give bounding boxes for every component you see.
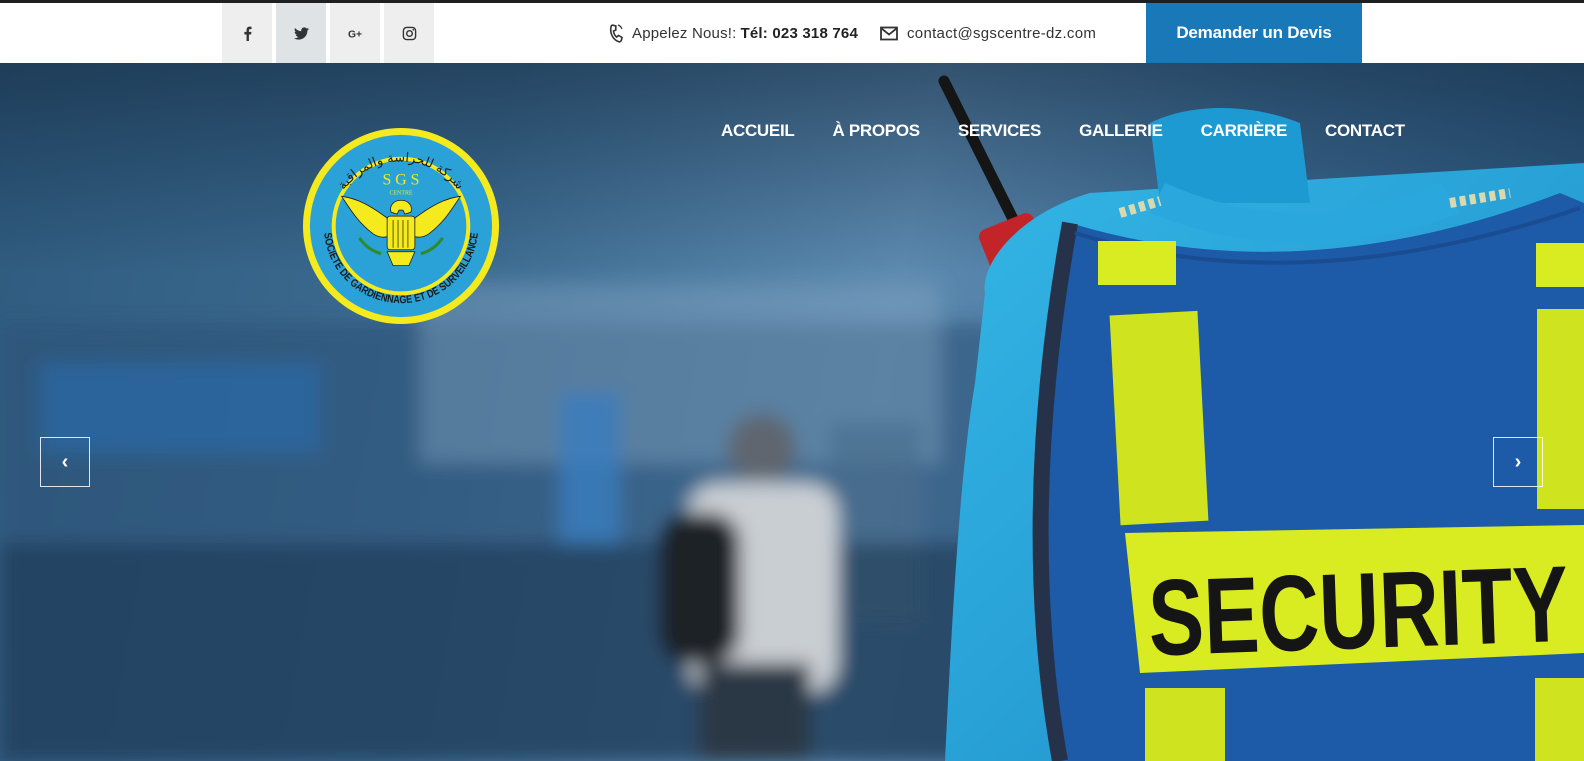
envelope-icon <box>880 26 898 41</box>
hero-slider: SECURITY ACCUEIL À PROPOS SERVICES GALLE… <box>0 63 1584 761</box>
sgs-logo[interactable]: SOCIETE DE GARDIENNAGE ET DE SURVEILLANC… <box>302 127 500 325</box>
nav-services[interactable]: SERVICES <box>958 121 1042 141</box>
email-contact: contact@sgscentre-dz.com <box>880 3 1096 63</box>
facebook-icon <box>243 26 252 41</box>
chevron-right-icon: › <box>1514 450 1522 473</box>
phone-contact: Appelez Nous!: Tél: 023 318 764 <box>606 3 858 63</box>
instagram-link[interactable] <box>384 3 434 63</box>
slider-prev-button[interactable]: ‹ <box>40 437 90 487</box>
svg-text:G+: G+ <box>348 29 362 40</box>
nav-gallerie[interactable]: GALLERIE <box>1079 121 1163 141</box>
logo-centre: CENTRE <box>389 190 412 196</box>
google-plus-icon: G+ <box>348 29 362 40</box>
phone-label: Appelez Nous!: <box>632 24 737 42</box>
phone-number[interactable]: Tél: 023 318 764 <box>741 25 858 42</box>
main-nav: ACCUEIL À PROPOS SERVICES GALLERIE CARRI… <box>721 121 1443 141</box>
slider-next-button[interactable]: › <box>1493 437 1543 487</box>
nav-contact[interactable]: CONTACT <box>1325 121 1405 141</box>
email-link[interactable]: contact@sgscentre-dz.com <box>907 25 1096 42</box>
google-plus-link[interactable]: G+ <box>330 3 380 63</box>
logo-letters: S G S <box>383 171 420 188</box>
nav-accueil[interactable]: ACCUEIL <box>721 121 795 141</box>
vest-security-text: SECURITY <box>1146 543 1570 679</box>
hero-background-image: SECURITY <box>0 63 1584 761</box>
facebook-link[interactable] <box>222 3 272 63</box>
twitter-link[interactable] <box>276 3 326 63</box>
phone-icon <box>609 24 624 43</box>
chevron-left-icon: ‹ <box>61 450 69 473</box>
request-quote-button[interactable]: Demander un Devis <box>1146 3 1362 63</box>
nav-carriere[interactable]: CARRIÈRE <box>1201 121 1288 141</box>
twitter-icon <box>293 26 309 40</box>
instagram-icon <box>402 26 416 40</box>
nav-a-propos[interactable]: À PROPOS <box>832 121 920 141</box>
